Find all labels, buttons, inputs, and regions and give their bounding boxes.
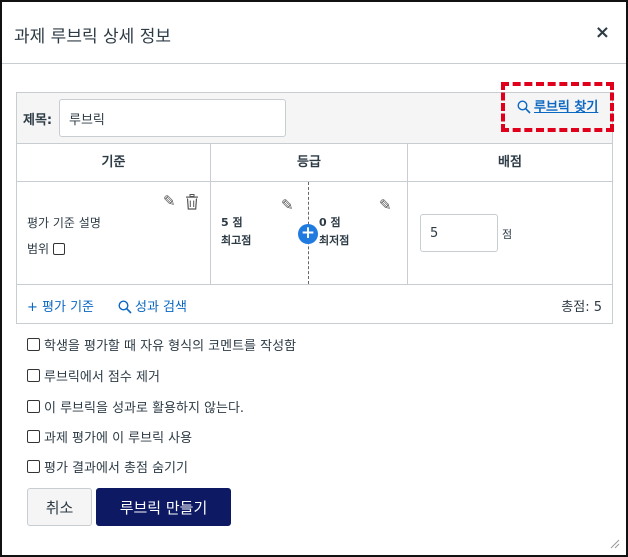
rating-high[interactable]: 5 점 최고점 — [221, 214, 251, 250]
rating-low[interactable]: 0 점 최저점 — [319, 214, 349, 250]
add-rating-plus-icon[interactable]: + — [298, 224, 318, 244]
rating-low-points: 0 점 — [319, 216, 341, 229]
find-rubric-highlight: 루브릭 찾기 — [501, 82, 614, 132]
range-toggle[interactable]: 범위 — [27, 240, 66, 257]
criterion-row: ✎ 평가 기준 설명 범위 ✎ 5 점 최고점 + 0 점 최저점 ✎ 5 점 — [17, 182, 612, 285]
option-label: 평가 결과에서 총점 숨기기 — [44, 461, 188, 476]
criterion-description: 평가 기준 설명 — [27, 216, 101, 230]
search-outcome-button[interactable]: 성과 검색 — [118, 296, 187, 315]
column-points: 배점 — [408, 144, 612, 182]
option-checkbox[interactable] — [27, 369, 40, 382]
add-criterion-button[interactable]: + 평가 기준 — [27, 296, 94, 315]
rubric-footer: + 평가 기준 성과 검색 총점: 5 — [17, 285, 612, 323]
points-cell: 점 — [408, 182, 612, 284]
total-points: 총점: 5 — [561, 300, 602, 315]
dialog-header: 과제 루브릭 상세 정보 × — [2, 2, 626, 64]
range-label: 범위 — [27, 242, 50, 256]
find-rubric-link[interactable]: 루브릭 찾기 — [517, 96, 598, 115]
edit-rating-pencil-icon[interactable]: ✎ — [281, 196, 294, 214]
dialog-title: 과제 루브릭 상세 정보 — [14, 27, 171, 47]
option-no-outcome[interactable]: 이 루브릭을 성과로 활용하지 않는다. — [27, 397, 244, 416]
rubric-title-bar: 제목: 루브릭 찾기 — [17, 82, 614, 144]
column-ratings: 등급 — [211, 144, 408, 182]
rubric-title-input[interactable] — [59, 99, 286, 137]
rubric-dialog: 과제 루브릭 상세 정보 × 제목: 루브릭 찾기 기준 등급 배점 ✎ 평가 … — [0, 0, 628, 557]
criterion-cell: ✎ 평가 기준 설명 범위 — [17, 182, 211, 284]
create-rubric-button[interactable]: 루브릭 만들기 — [96, 488, 231, 526]
delete-criterion-trash-icon[interactable] — [185, 194, 199, 210]
range-checkbox[interactable] — [53, 242, 66, 255]
rubric-table: 제목: 루브릭 찾기 기준 등급 배점 ✎ 평가 기준 설명 범위 ✎ 5 점 … — [16, 82, 614, 324]
option-checkbox[interactable] — [27, 460, 40, 473]
ratings-cell: ✎ 5 점 최고점 + 0 점 최저점 ✎ — [211, 182, 408, 284]
option-label: 학생을 평가할 때 자유 형식의 코멘트를 작성함 — [44, 339, 297, 354]
column-criteria: 기준 — [17, 144, 211, 182]
rating-high-points: 5 점 — [221, 216, 243, 229]
cancel-button[interactable]: 취소 — [27, 488, 92, 526]
search-icon — [118, 300, 132, 314]
edit-rating-pencil-icon[interactable]: ✎ — [379, 196, 392, 214]
option-hide-score-total[interactable]: 평가 결과에서 총점 숨기기 — [27, 457, 188, 476]
option-checkbox[interactable] — [27, 338, 40, 351]
search-outcome-label: 성과 검색 — [135, 300, 187, 315]
title-label: 제목: — [23, 113, 53, 128]
points-unit: 점 — [502, 228, 513, 241]
search-icon — [517, 100, 531, 114]
option-label: 이 루브릭을 성과로 활용하지 않는다. — [44, 401, 245, 416]
find-rubric-label: 루브릭 찾기 — [534, 100, 599, 115]
option-label: 루브릭에서 점수 제거 — [44, 370, 160, 385]
option-checkbox[interactable] — [27, 400, 40, 413]
option-checkbox[interactable] — [27, 430, 40, 443]
option-free-form-comments[interactable]: 학생을 평가할 때 자유 형식의 코멘트를 작성함 — [27, 335, 296, 354]
option-use-for-grading[interactable]: 과제 평가에 이 루브릭 사용 — [27, 427, 192, 446]
option-label: 과제 평가에 이 루브릭 사용 — [44, 431, 193, 446]
rating-high-label: 최고점 — [221, 234, 252, 247]
rating-low-label: 최저점 — [319, 234, 350, 247]
resize-grip-icon[interactable] — [608, 537, 620, 549]
close-icon[interactable]: × — [595, 22, 610, 43]
points-input[interactable] — [420, 214, 498, 252]
option-remove-points[interactable]: 루브릭에서 점수 제거 — [27, 366, 160, 385]
edit-criterion-pencil-icon[interactable]: ✎ — [163, 192, 176, 210]
